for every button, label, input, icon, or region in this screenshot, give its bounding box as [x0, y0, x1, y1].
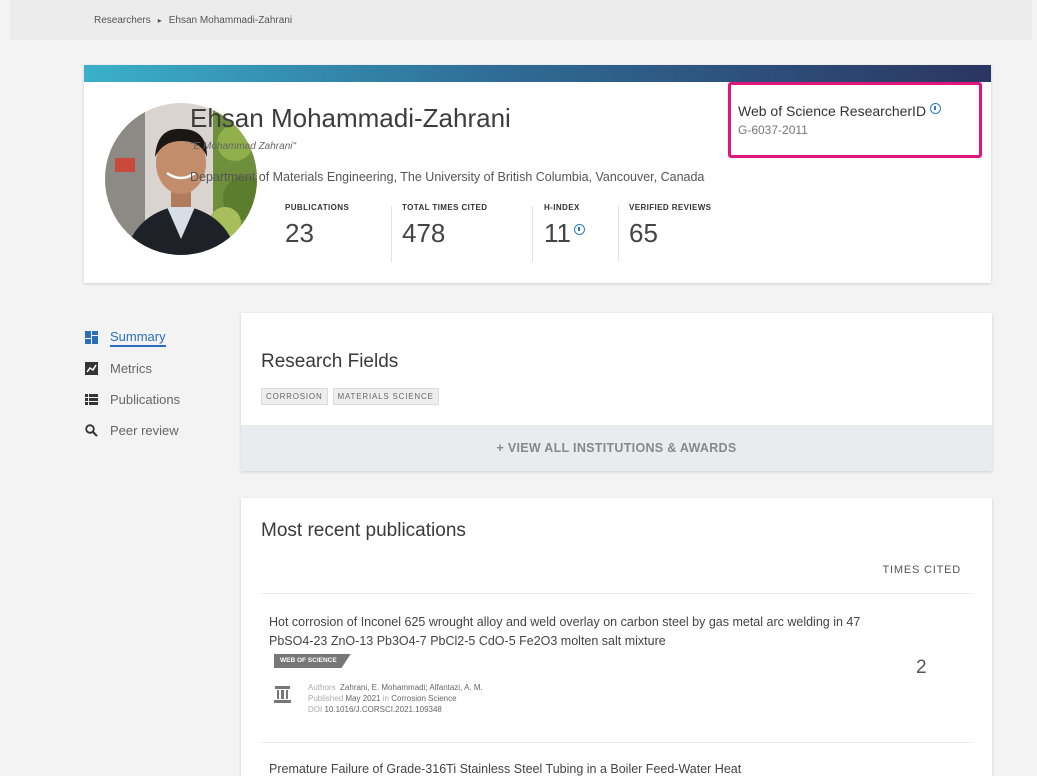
recent-publications-card: Most recent publications TIMES CITED Hot… [241, 498, 992, 776]
divider [261, 593, 972, 594]
nav-item-publications[interactable]: Publications [84, 384, 180, 415]
researcher-id-value: G-6037-2011 [738, 123, 808, 137]
top-bar: Researchers ▸ Ehsan Mohammadi-Zahrani [10, 0, 1032, 40]
search-icon [84, 424, 98, 438]
chevron-right-icon: ▸ [157, 16, 162, 25]
stat-label: PUBLICATIONS [285, 203, 350, 212]
nav-label: Summary [110, 329, 166, 347]
list-icon [84, 393, 98, 407]
research-field-tag[interactable]: CORROSION [261, 388, 328, 405]
researcher-alias: "E Mohammad Zahrani" [190, 141, 297, 152]
side-nav: Summary Metrics Publications Peer review [84, 322, 180, 446]
view-all-institutions-button[interactable]: + VIEW ALL INSTITUTIONS & AWARDS [241, 425, 992, 471]
breadcrumb: Researchers ▸ Ehsan Mohammadi-Zahrani [94, 15, 292, 26]
stat-divider [391, 206, 392, 262]
research-field-tags: CORROSION MATERIALS SCIENCE [261, 388, 439, 405]
breadcrumb-researchers-link[interactable]: Researchers [94, 15, 151, 26]
stat-divider [618, 206, 619, 262]
stat-divider [532, 206, 533, 262]
publication-date: May 2021 [345, 694, 381, 703]
profile-banner [84, 65, 991, 82]
publication-times-cited[interactable]: 2 [916, 657, 927, 679]
times-cited-header: TIMES CITED [882, 564, 961, 576]
publication-title-link[interactable]: Premature Failure of Grade-316Ti Stainle… [269, 760, 879, 776]
research-fields-title: Research Fields [261, 351, 399, 372]
stat-value: 23 [285, 218, 314, 248]
stat-value: 65 [629, 218, 658, 248]
recent-publications-title: Most recent publications [261, 520, 466, 541]
researcher-id-title: Web of Science ResearcherID [738, 102, 942, 119]
publication-journal: Corrosion Science [391, 694, 457, 703]
info-icon[interactable] [930, 102, 942, 114]
publication-authors[interactable]: Zahrani, E. Mohammadi; Alfantazi, A. M. [340, 683, 483, 692]
researcher-affiliation: Department of Materials Engineering, The… [190, 170, 705, 184]
stat-publications: PUBLICATIONS 23 [285, 203, 349, 261]
researcher-name: Ehsan Mohammadi-Zahrani [190, 103, 511, 133]
stat-h-index: H-INDEX 11 [544, 203, 585, 261]
researcher-id-label: Web of Science ResearcherID [738, 103, 927, 119]
nav-item-peer-review[interactable]: Peer review [84, 415, 180, 446]
info-icon[interactable] [574, 224, 585, 235]
research-field-tag[interactable]: MATERIALS SCIENCE [332, 388, 439, 405]
publication-title-link[interactable]: Hot corrosion of Inconel 625 wrought all… [269, 613, 879, 651]
stat-verified-reviews[interactable]: VERIFIED REVIEWS 65 [629, 203, 711, 261]
stat-label: VERIFIED REVIEWS [629, 203, 712, 212]
breadcrumb-current: Ehsan Mohammadi-Zahrani [168, 15, 293, 26]
nav-label: Publications [110, 392, 181, 407]
nav-item-summary[interactable]: Summary [84, 322, 180, 353]
stat-value: 478 [402, 218, 446, 248]
nav-label: Metrics [110, 361, 152, 376]
chart-icon [84, 362, 98, 376]
dashboard-icon [84, 331, 98, 345]
divider [261, 742, 972, 743]
nav-label: Peer review [110, 423, 179, 438]
research-fields-card: Research Fields CORROSION MATERIALS SCIE… [241, 313, 992, 471]
stat-value: 11 [544, 218, 571, 248]
publication-meta: Authors Zahrani, E. Mohammadi; Alfantazi… [308, 683, 483, 714]
journal-article-icon [274, 685, 291, 705]
stat-label: TOTAL TIMES CITED [402, 203, 488, 212]
web-of-science-badge: WEB OF SCIENCE [274, 654, 351, 668]
stat-total-times-cited[interactable]: TOTAL TIMES CITED 478 [402, 203, 487, 261]
publication-doi[interactable]: 10.1016/J.CORSCI.2021.109348 [324, 705, 441, 714]
stat-label: H-INDEX [544, 203, 580, 212]
nav-item-metrics[interactable]: Metrics [84, 353, 180, 384]
researcher-id-highlight-box [728, 82, 982, 158]
